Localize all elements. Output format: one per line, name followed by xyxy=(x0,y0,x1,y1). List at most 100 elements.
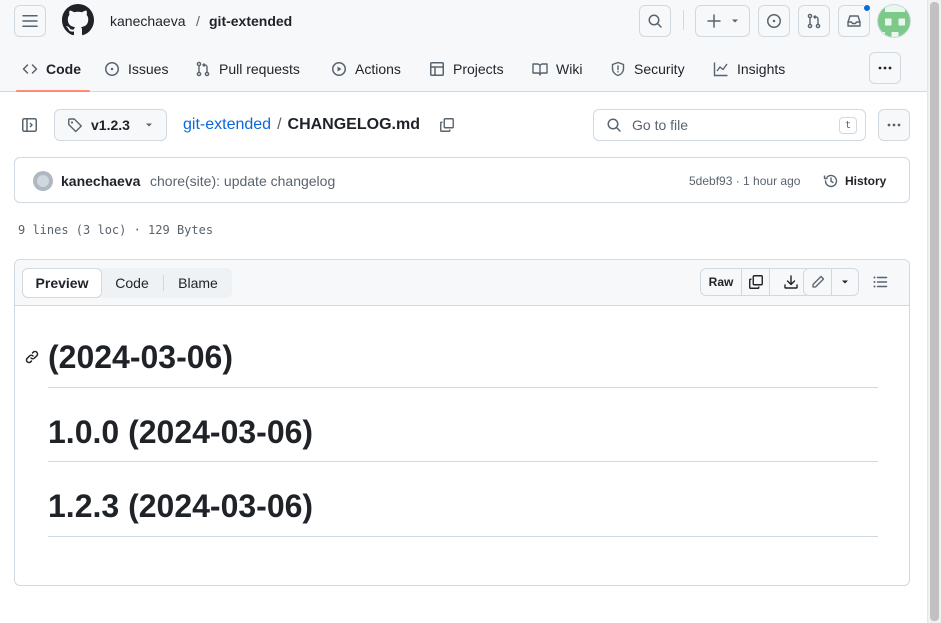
kebab-horizontal-icon xyxy=(887,123,901,127)
user-avatar[interactable] xyxy=(877,4,911,38)
book-icon xyxy=(532,63,548,76)
active-tab-underline xyxy=(16,90,90,92)
repo-tabs: Code Issues Pull requests Actions Projec… xyxy=(0,48,927,92)
plus-icon xyxy=(706,14,721,28)
git-pull-request-icon xyxy=(196,61,210,77)
edit-file-button[interactable] xyxy=(804,269,832,295)
view-mode-preview[interactable]: Preview xyxy=(22,268,102,298)
history-label: History xyxy=(845,174,887,188)
play-icon xyxy=(332,62,346,76)
table-icon xyxy=(430,62,444,76)
view-mode-segmented-control: Preview Code Blame xyxy=(22,268,232,298)
copy-raw-button[interactable] xyxy=(742,269,770,295)
triangle-down-icon xyxy=(731,19,738,23)
scrollbar-thumb[interactable] xyxy=(930,2,939,621)
heading-rule xyxy=(48,536,878,537)
tag-icon xyxy=(68,118,82,133)
breadcrumb-repo[interactable]: git-extended xyxy=(209,11,292,31)
branch-select-button[interactable]: v1.2.3 xyxy=(54,109,167,141)
go-to-file-input[interactable]: Go to file t xyxy=(593,109,866,141)
latest-commit-box: kanechaeva chore(site): update changelog… xyxy=(14,157,910,203)
tab-code-label: Code xyxy=(46,61,81,77)
create-new-button[interactable] xyxy=(695,5,750,37)
header-divider xyxy=(683,10,684,30)
hamburger-icon xyxy=(22,15,38,27)
inbox-icon xyxy=(847,15,861,27)
github-logo-icon[interactable] xyxy=(62,4,94,36)
sidebar-expand-button[interactable] xyxy=(21,117,38,133)
tab-actions-label: Actions xyxy=(355,61,401,77)
markdown-heading: 1.0.0 (2024-03-06) xyxy=(48,414,314,450)
search-button[interactable] xyxy=(639,5,671,37)
copy-path-button[interactable] xyxy=(439,117,455,133)
code-icon xyxy=(22,64,38,74)
tab-issues[interactable]: Issues xyxy=(104,48,168,90)
go-to-file-placeholder: Go to file xyxy=(632,117,689,133)
app-header: kanechaeva / git-extended Code Issues Pu… xyxy=(0,0,927,92)
tab-security-label: Security xyxy=(634,61,685,77)
search-icon xyxy=(607,118,621,132)
tab-security[interactable]: Security xyxy=(610,48,685,90)
tab-code[interactable]: Code xyxy=(22,48,81,90)
link-icon xyxy=(25,350,39,364)
heading-anchor-link[interactable] xyxy=(24,349,40,365)
outline-button[interactable] xyxy=(872,274,888,290)
heading-rule xyxy=(48,461,878,462)
tab-wiki-label: Wiki xyxy=(556,61,583,77)
history-button[interactable]: History xyxy=(823,171,886,191)
breadcrumb-separator: / xyxy=(196,13,200,29)
heading-rule xyxy=(48,387,878,388)
issues-button[interactable] xyxy=(758,5,790,37)
raw-button[interactable]: Raw xyxy=(701,269,742,295)
markdown-heading: (2024-03-06) xyxy=(48,339,233,375)
shield-icon xyxy=(611,61,625,77)
path-repo-link[interactable]: git-extended xyxy=(183,114,271,136)
copy-icon xyxy=(748,275,763,289)
branch-name: v1.2.3 xyxy=(91,117,130,133)
triangle-down-icon xyxy=(145,123,152,127)
graph-icon xyxy=(713,62,728,77)
search-icon xyxy=(648,14,662,28)
tab-issues-label: Issues xyxy=(128,61,169,77)
edit-actions-group xyxy=(803,268,859,296)
pencil-icon xyxy=(811,275,824,288)
file-viewer: Preview Code Blame Raw (2024-03-06) 1.0.… xyxy=(14,259,910,586)
notification-dot xyxy=(863,4,871,12)
tab-insights-label: Insights xyxy=(737,61,786,77)
page-scrollbar[interactable] xyxy=(927,0,941,623)
commit-message[interactable]: chore(site): update changelog xyxy=(150,171,335,191)
sidebar-expand-icon xyxy=(22,118,37,132)
issue-opened-icon xyxy=(767,14,781,28)
tab-actions[interactable]: Actions xyxy=(331,48,401,90)
issue-opened-icon xyxy=(105,62,119,76)
file-path-breadcrumb: git-extended / CHANGELOG.md xyxy=(183,114,420,136)
more-file-options-button[interactable] xyxy=(878,109,910,141)
tab-pull-requests-label: Pull requests xyxy=(219,61,300,77)
view-mode-code[interactable]: Code xyxy=(106,268,158,298)
file-actions-group: Raw xyxy=(700,268,812,296)
commit-author[interactable]: kanechaeva xyxy=(61,171,140,191)
path-separator: / xyxy=(277,116,282,133)
path-file-name: CHANGELOG.md xyxy=(287,116,420,133)
more-tabs-button[interactable] xyxy=(869,52,901,84)
tab-projects-label: Projects xyxy=(453,61,504,77)
history-icon xyxy=(823,174,838,188)
pull-requests-button[interactable] xyxy=(798,5,830,37)
triangle-down-icon xyxy=(842,280,848,284)
commit-author-avatar[interactable] xyxy=(33,171,53,191)
file-viewer-header: Preview Code Blame Raw xyxy=(15,260,909,306)
git-pull-request-icon xyxy=(807,13,821,29)
kebab-horizontal-icon xyxy=(878,66,892,70)
tab-projects[interactable]: Projects xyxy=(429,48,504,90)
menu-button[interactable] xyxy=(14,5,46,37)
go-to-file-shortcut: t xyxy=(839,117,857,134)
view-mode-blame[interactable]: Blame xyxy=(168,268,228,298)
tab-pull-requests[interactable]: Pull requests xyxy=(195,48,300,90)
edit-dropdown-button[interactable] xyxy=(832,269,858,295)
copy-icon xyxy=(440,118,454,132)
list-unordered-icon xyxy=(873,276,888,288)
tab-insights[interactable]: Insights xyxy=(713,48,785,90)
tab-wiki[interactable]: Wiki xyxy=(532,48,582,90)
breadcrumb-owner[interactable]: kanechaeva xyxy=(110,11,186,31)
commit-meta[interactable]: 5debf93 · 1 hour ago xyxy=(689,171,800,191)
